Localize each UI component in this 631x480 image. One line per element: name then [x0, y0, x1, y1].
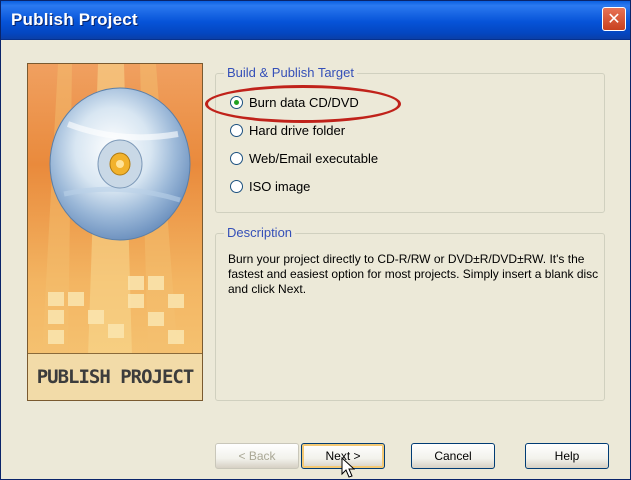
title-bar[interactable]: Publish Project ✕ — [1, 1, 630, 40]
radio-button[interactable] — [230, 151, 243, 165]
description-text: Burn your project directly to CD-R/RW or… — [228, 252, 599, 296]
radio-button[interactable] — [230, 179, 243, 193]
help-button[interactable]: Help — [525, 443, 609, 469]
option-iso-image[interactable]: ISO image — [230, 176, 310, 196]
option-label[interactable]: ISO image — [249, 179, 310, 194]
cancel-button[interactable]: Cancel — [411, 443, 495, 469]
back-button[interactable]: < Back — [215, 443, 299, 469]
cd-disc-icon — [42, 64, 191, 356]
annotation-highlight-ellipse — [205, 85, 401, 123]
option-label[interactable]: Web/Email executable — [249, 151, 378, 166]
option-hard-drive-folder[interactable]: Hard drive folder — [230, 120, 345, 140]
publish-project-dialog: Publish Project ✕ PUBLISH PROJECT Build … — [0, 0, 631, 480]
option-web-email-executable[interactable]: Web/Email executable — [230, 148, 378, 168]
mouse-cursor-icon — [341, 457, 355, 478]
radio-button[interactable] — [230, 123, 243, 137]
target-group-legend: Build & Publish Target — [224, 65, 357, 80]
window-title: Publish Project — [11, 10, 138, 29]
description-legend: Description — [224, 225, 296, 240]
option-label[interactable]: Hard drive folder — [249, 123, 345, 138]
close-icon[interactable]: ✕ — [602, 7, 626, 31]
banner-label: PUBLISH PROJECT — [28, 353, 202, 400]
description-group: Description Burn your project directly t… — [215, 225, 605, 401]
publish-banner-image: PUBLISH PROJECT — [27, 63, 203, 401]
